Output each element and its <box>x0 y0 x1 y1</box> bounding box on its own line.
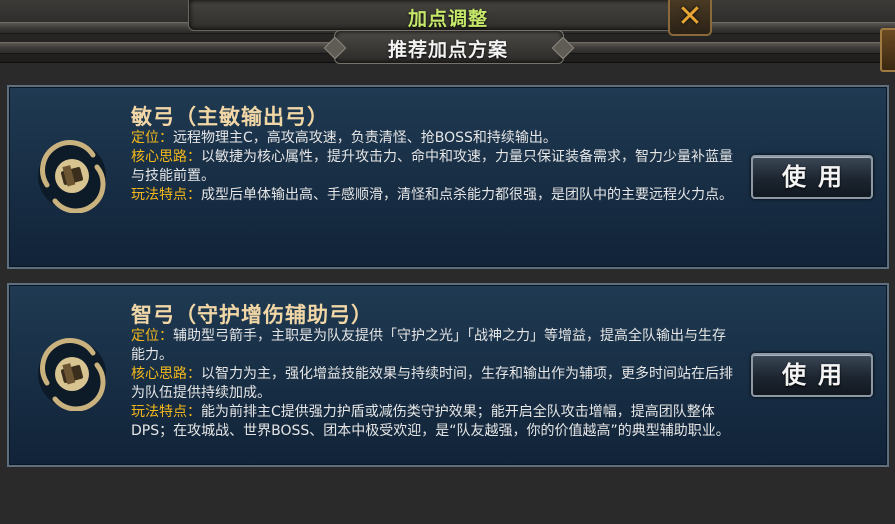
bow-emblem-icon <box>38 140 106 213</box>
line-label: 定位： <box>131 130 173 146</box>
line-label: 核心思路： <box>131 149 201 165</box>
line-label: 核心思路： <box>131 366 201 382</box>
plan-description: 定位：辅助型弓箭手，主职是为队友提供「守护之光」「战神之力」等增益，提高全队输出… <box>131 327 735 441</box>
bow-emblem-icon <box>38 338 106 411</box>
plan-line-core: 核心思路：以智力为主，强化增益技能效果与持续时间，生存和输出作为辅项，更多时间站… <box>131 365 735 403</box>
plan-line-core: 核心思路：以敏捷为核心属性，提升攻击力、命中和攻速，力量只保证装备需求，智力少量… <box>131 148 735 186</box>
line-text: 成型后单体输出高、手感顺滑，清怪和点杀能力都很强，是团队中的主要远程火力点。 <box>201 187 733 203</box>
plan-title: 智弓（守护增伤辅助弓） <box>131 303 373 327</box>
plan-card: 敏弓（主敏输出弓） 定位：远程物理主C，高攻高攻速，负责清怪、抢BOSS和持续输… <box>7 85 889 269</box>
window-title: 加点调整 <box>407 8 488 30</box>
plan-line-position: 定位：辅助型弓箭手，主职是为队友提供「守护之光」「战神之力」等增益，提高全队输出… <box>131 327 735 365</box>
plan-title: 敏弓（主敏输出弓） <box>131 105 329 129</box>
plan-line-position: 定位：远程物理主C，高攻高攻速，负责清怪、抢BOSS和持续输出。 <box>131 129 735 148</box>
line-text: 远程物理主C，高攻高攻速，负责清怪、抢BOSS和持续输出。 <box>173 130 557 146</box>
close-button[interactable]: ✕ <box>668 0 712 36</box>
side-tab-button[interactable] <box>880 28 895 72</box>
line-label: 玩法特点： <box>131 187 201 203</box>
close-x-icon: ✕ <box>677 0 703 34</box>
line-label: 玩法特点： <box>131 404 201 420</box>
plan-description: 定位：远程物理主C，高攻高攻速，负责清怪、抢BOSS和持续输出。 核心思路：以敏… <box>131 129 735 205</box>
panel-subtitle: 推荐加点方案 <box>387 39 508 61</box>
line-text: 以敏捷为核心属性，提升攻击力、命中和攻速，力量只保证装备需求，智力少量补蓝量与技… <box>131 149 733 184</box>
use-button[interactable]: 使用 <box>751 353 873 397</box>
plan-card: 智弓（守护增伤辅助弓） 定位：辅助型弓箭手，主职是为队友提供「守护之光」「战神之… <box>7 283 889 467</box>
plan-line-features: 玩法特点：能为前排主C提供强力护盾或减伤类守护效果；能开启全队攻击增幅，提高团队… <box>131 403 735 441</box>
line-label: 定位： <box>131 328 173 344</box>
line-text: 辅助型弓箭手，主职是为队友提供「守护之光」「战神之力」等增益，提高全队输出与生存… <box>131 328 726 363</box>
use-button[interactable]: 使用 <box>751 155 873 199</box>
line-text: 能为前排主C提供强力护盾或减伤类守护效果；能开启全队攻击增幅，提高团队整体DPS… <box>131 404 730 439</box>
line-text: 以智力为主，强化增益技能效果与持续时间，生存和输出作为辅项，更多时间站在后排为队… <box>131 366 733 401</box>
plan-line-features: 玩法特点：成型后单体输出高、手感顺滑，清怪和点杀能力都很强，是团队中的主要远程火… <box>131 186 735 205</box>
